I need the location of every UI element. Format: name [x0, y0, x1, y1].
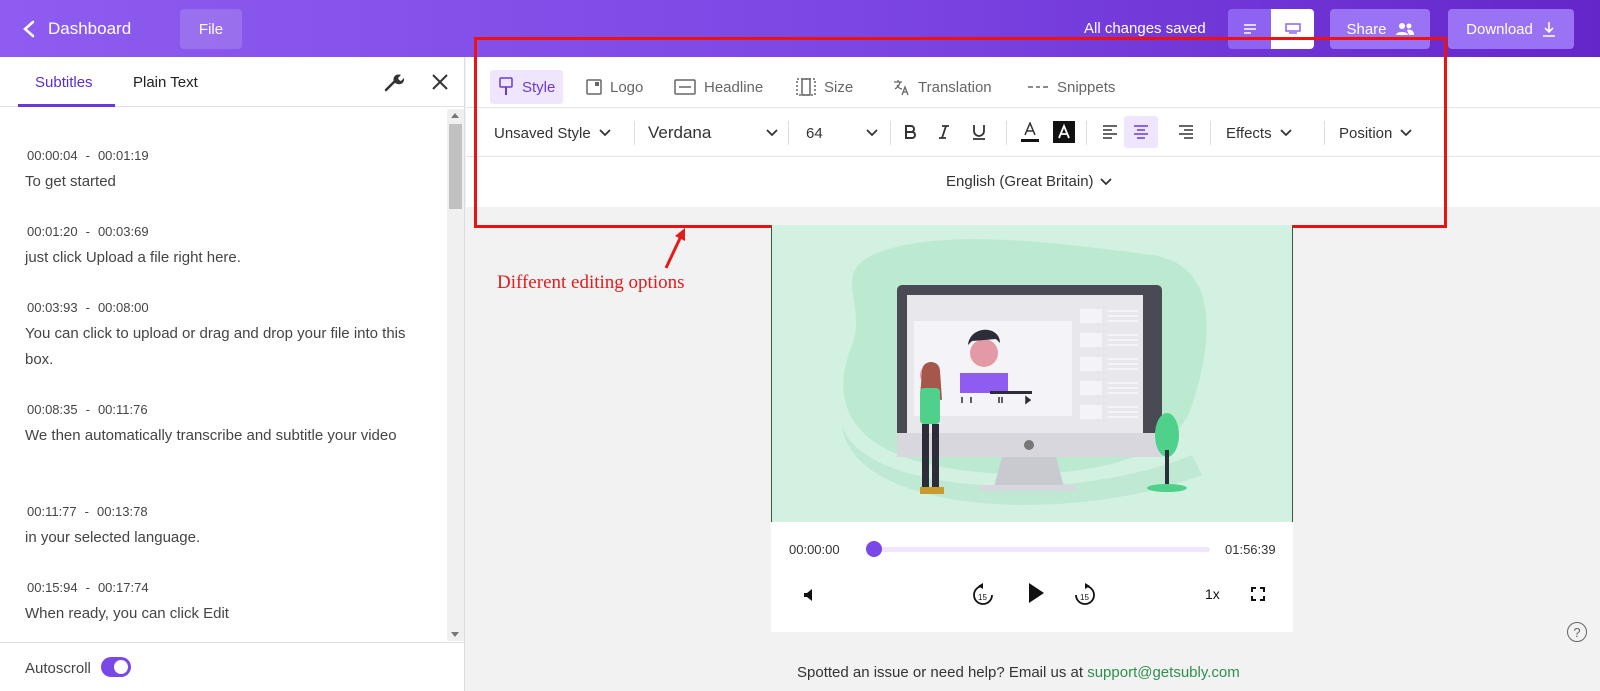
cue-time: 00:03:93-00:08:00 — [27, 300, 149, 315]
cue-end: 00:13:78 — [96, 504, 148, 519]
forward-15-icon[interactable]: 15 — [1073, 582, 1097, 608]
cue-end: 00:08:00 — [97, 300, 149, 315]
cue-start: 00:15:94 — [27, 580, 78, 595]
annotation-highlight-box — [474, 37, 1447, 228]
cue-start: 00:01:20 — [27, 224, 78, 239]
cue-end: 00:17:74 — [97, 580, 149, 595]
subtitle-cue[interactable]: 00:01:20-00:03:69 just click Upload a fi… — [25, 224, 435, 271]
download-icon — [1542, 22, 1555, 37]
cue-end: 00:11:76 — [97, 402, 148, 417]
progress-handle[interactable] — [866, 541, 882, 557]
cue-list-scrollbar[interactable] — [447, 109, 464, 641]
cue-time: 00:08:35-00:11:76 — [27, 402, 148, 417]
save-status: All changes saved — [1084, 20, 1206, 37]
duration: 01:56:39 — [1225, 542, 1276, 557]
wrench-icon[interactable] — [383, 71, 405, 93]
tab-plain-text[interactable]: Plain Text — [133, 74, 198, 91]
cue-text[interactable]: just click Upload a file right here. — [25, 245, 435, 271]
rewind-15-icon[interactable]: 15 — [971, 582, 995, 608]
cue-time: 00:15:94-00:17:74 — [27, 580, 149, 595]
video-illustration — [842, 239, 1207, 505]
download-label: Download — [1466, 20, 1533, 38]
fullscreen-icon[interactable] — [1251, 587, 1265, 601]
list-icon — [1243, 24, 1256, 34]
annotation-label: Different editing options — [497, 272, 685, 293]
cue-time: 00:00:04-00:01:19 — [27, 148, 149, 163]
subtitle-cue[interactable]: 00:15:94-00:17:74 When ready, you can cl… — [25, 580, 435, 627]
tab-subtitles[interactable]: Subtitles — [35, 74, 93, 91]
support-footer: Spotted an issue or need help? Email us … — [797, 664, 1240, 681]
subtitle-cue[interactable]: 00:00:04-00:01:19 To get started — [25, 148, 435, 195]
cue-end: 00:01:19 — [97, 148, 149, 163]
share-label: Share — [1346, 20, 1387, 38]
scroll-up-arrow[interactable] — [451, 113, 459, 118]
cue-time: 00:01:20-00:03:69 — [27, 224, 149, 239]
file-menu-button[interactable]: File — [180, 9, 242, 49]
current-time: 00:00:00 — [789, 542, 840, 557]
play-icon[interactable] — [1026, 582, 1046, 604]
svg-text:15: 15 — [1080, 593, 1089, 602]
subtitle-view-icon — [1284, 23, 1301, 34]
panel-tabs: Subtitles Plain Text — [0, 57, 464, 107]
cue-text[interactable]: When ready, you can click Edit — [25, 601, 435, 627]
scroll-down-arrow[interactable] — [451, 632, 459, 637]
cue-end: 00:03:69 — [97, 224, 149, 239]
back-to-dashboard-link[interactable]: Dashboard — [22, 16, 131, 42]
scroll-thumb[interactable] — [449, 124, 462, 209]
cue-text[interactable]: You can click to upload or drag and drop… — [25, 321, 435, 373]
active-tab-indicator — [18, 104, 115, 107]
close-icon[interactable] — [430, 72, 450, 92]
svg-text:15: 15 — [978, 593, 987, 602]
cue-start: 00:03:93 — [27, 300, 78, 315]
back-label: Dashboard — [48, 19, 132, 38]
subtitle-cue[interactable]: 00:11:77-00:13:78 in your selected langu… — [25, 504, 435, 551]
cue-start: 00:00:04 — [27, 148, 78, 163]
cue-text[interactable]: in your selected language. — [25, 525, 435, 551]
video-controls: 00:00:00 01:56:39 15 15 1x — [771, 522, 1293, 632]
subtitle-cue[interactable]: 00:03:93-00:08:00 You can click to uploa… — [25, 300, 435, 373]
cue-text[interactable]: We then automatically transcribe and sub… — [25, 423, 435, 449]
autoscroll-label: Autoscroll — [25, 660, 91, 677]
cue-text[interactable]: To get started — [25, 169, 435, 195]
cue-start: 00:08:35 — [27, 402, 78, 417]
progress-bar[interactable] — [874, 547, 1210, 552]
support-text: Spotted an issue or need help? Email us … — [797, 664, 1084, 681]
download-button[interactable]: Download — [1448, 9, 1574, 49]
chevron-left-icon — [23, 20, 35, 38]
playback-speed-button[interactable]: 1x — [1205, 586, 1220, 602]
subtitle-cue[interactable]: 00:08:35-00:11:76 We then automatically … — [25, 402, 435, 449]
help-icon[interactable]: ? — [1567, 622, 1587, 642]
cue-time: 00:11:77-00:13:78 — [27, 504, 148, 519]
users-icon — [1395, 23, 1414, 35]
support-email-link[interactable]: support@getsubly.com — [1087, 664, 1240, 681]
video-preview[interactable] — [771, 225, 1293, 522]
annotation-arrow-icon — [664, 228, 685, 269]
autoscroll-toggle[interactable] — [101, 657, 131, 677]
cue-start: 00:11:77 — [27, 504, 77, 519]
volume-icon[interactable] — [803, 588, 817, 602]
